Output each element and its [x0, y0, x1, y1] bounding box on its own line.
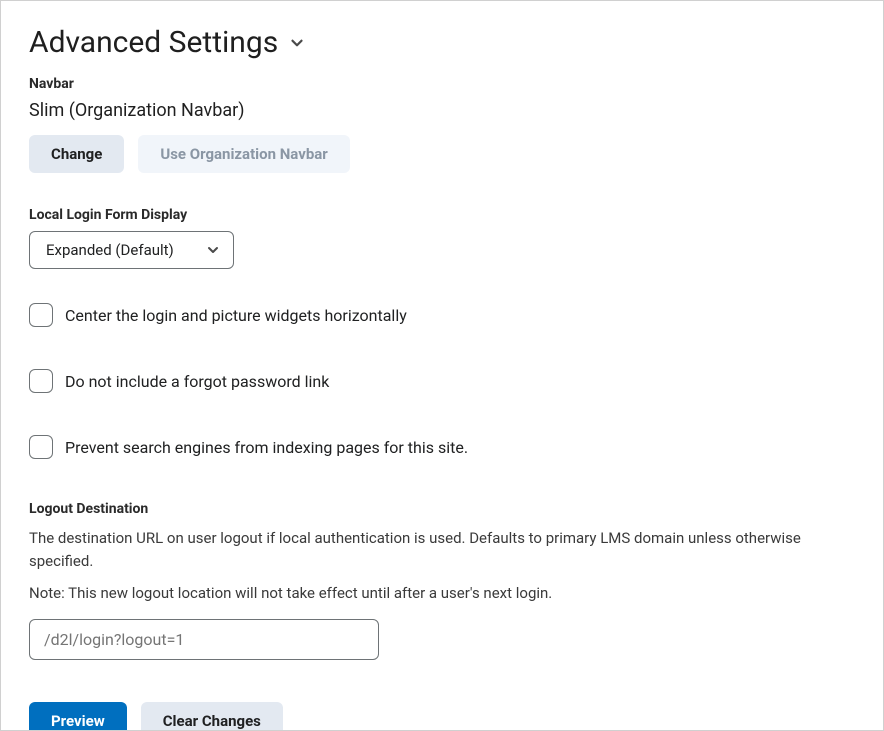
logout-description: The destination URL on user logout if lo… [29, 527, 855, 572]
center-login-label[interactable]: Center the login and picture widgets hor… [65, 306, 407, 325]
prevent-indexing-checkbox-row: Prevent search engines from indexing pag… [29, 435, 855, 459]
forgot-password-checkbox[interactable] [29, 369, 53, 393]
navbar-section-label: Navbar [29, 76, 855, 92]
logout-section-label: Logout Destination [29, 501, 855, 517]
center-login-checkbox-row: Center the login and picture widgets hor… [29, 303, 855, 327]
page-title: Advanced Settings [29, 25, 278, 60]
page-title-row[interactable]: Advanced Settings [29, 25, 855, 60]
forgot-password-checkbox-row: Do not include a forgot password link [29, 369, 855, 393]
navbar-current-value: Slim (Organization Navbar) [29, 100, 855, 121]
clear-changes-button[interactable]: Clear Changes [141, 702, 283, 731]
settings-panel: Advanced Settings Navbar Slim (Organizat… [0, 0, 884, 731]
logout-note: Note: This new logout location will not … [29, 582, 855, 605]
center-login-checkbox[interactable] [29, 303, 53, 327]
navbar-button-row: Change Use Organization Navbar [29, 135, 855, 173]
chevron-down-icon [205, 242, 221, 258]
login-form-section-label: Local Login Form Display [29, 207, 855, 223]
logout-url-input[interactable] [29, 619, 379, 660]
chevron-down-icon [288, 34, 306, 52]
footer-button-row: Preview Clear Changes [29, 702, 855, 731]
login-form-display-dropdown[interactable]: Expanded (Default) [29, 231, 234, 269]
dropdown-selected-value: Expanded (Default) [46, 241, 174, 259]
preview-button[interactable]: Preview [29, 702, 127, 731]
change-navbar-button[interactable]: Change [29, 135, 124, 173]
forgot-password-label[interactable]: Do not include a forgot password link [65, 372, 329, 391]
prevent-indexing-checkbox[interactable] [29, 435, 53, 459]
prevent-indexing-label[interactable]: Prevent search engines from indexing pag… [65, 438, 468, 457]
use-org-navbar-button: Use Organization Navbar [138, 135, 349, 173]
